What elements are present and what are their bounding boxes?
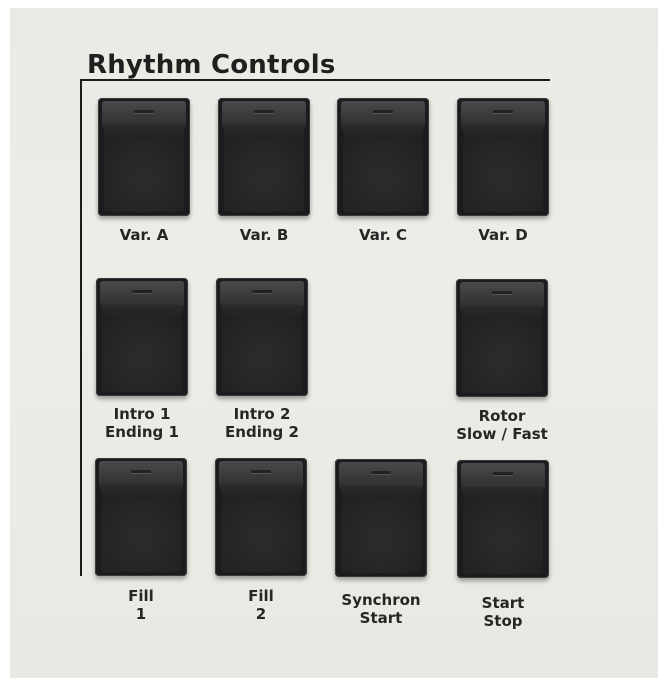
start-stop-label: Start Stop bbox=[481, 594, 525, 630]
rotor-slow-fast-label: Rotor Slow / Fast bbox=[456, 407, 548, 443]
fill-1-button[interactable] bbox=[95, 458, 187, 576]
panel-title: Rhythm Controls bbox=[87, 50, 336, 80]
var-d-button[interactable] bbox=[457, 98, 549, 216]
intro-2-ending-2-button[interactable] bbox=[216, 278, 308, 396]
start-stop-button[interactable] bbox=[457, 460, 549, 578]
synchron-start-button[interactable] bbox=[335, 459, 427, 577]
var-a-button[interactable] bbox=[98, 98, 190, 216]
fill-2-button[interactable] bbox=[215, 458, 307, 576]
var-d-label: Var. D bbox=[478, 226, 528, 244]
var-c-button[interactable] bbox=[337, 98, 429, 216]
rotor-slow-fast-button[interactable] bbox=[456, 279, 548, 397]
title-rule-horizontal bbox=[80, 79, 550, 81]
section-rule-vertical bbox=[80, 79, 82, 576]
intro-1-ending-1-button[interactable] bbox=[96, 278, 188, 396]
intro-2-ending-2-label: Intro 2 Ending 2 bbox=[225, 405, 299, 441]
var-b-button[interactable] bbox=[218, 98, 310, 216]
